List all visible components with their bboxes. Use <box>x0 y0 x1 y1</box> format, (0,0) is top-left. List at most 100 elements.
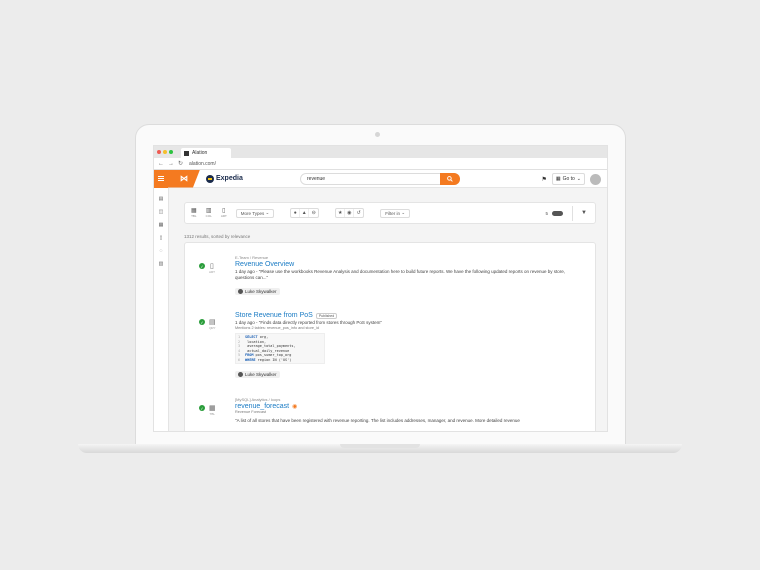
endorsed-check-icon: ✓ <box>199 319 205 325</box>
brand-name: Expedia <box>216 175 243 182</box>
table-type: ▦ TBL <box>209 405 216 416</box>
search-button[interactable] <box>440 173 460 185</box>
user-chip[interactable]: Luke Skywalker <box>235 371 280 378</box>
result-subtitle: Revenue Forecast <box>235 410 267 414</box>
result-title[interactable]: Store Revenue from PoS Published <box>235 312 585 319</box>
watch-icon[interactable]: ◉ <box>292 403 297 410</box>
chart-icon[interactable]: ▥ <box>159 261 164 268</box>
chevron-down-icon: ⌄ <box>576 176 581 182</box>
camera <box>375 132 380 137</box>
result-body: Store Revenue from PoS Published 1 day a… <box>235 312 585 382</box>
article-icon: ▯ <box>210 263 214 270</box>
status-badge: Published <box>315 312 338 319</box>
user-chip[interactable]: Luke Skywalker <box>235 288 280 295</box>
brand-logo[interactable]: Expedia <box>206 174 243 183</box>
query-icon: ▤ <box>209 319 216 326</box>
result-body: [MySQL] Analytics / loops revenue_foreca… <box>235 397 585 424</box>
expedia-globe-icon <box>206 174 214 183</box>
user-avatar-icon <box>238 372 243 377</box>
funnel-filter-icon[interactable]: ▼ <box>581 210 587 216</box>
results-count: 1312 results, sorted by relevance <box>184 234 251 239</box>
filter-type-table[interactable]: ▦ TBL <box>191 208 197 218</box>
avatar[interactable] <box>590 173 601 185</box>
toggle-switch[interactable] <box>552 210 563 216</box>
status-filter-group: ● ▲ ⊖ <box>290 208 320 218</box>
conversation-icon[interactable]: ◌ <box>160 248 163 255</box>
list-item[interactable]: ✓ ▯ ART E-Team / Revenue Revenue Overvie… <box>199 255 585 299</box>
result-title[interactable]: revenue_forecast ◉ <box>235 403 585 410</box>
document-icon[interactable]: ▯ <box>160 235 163 242</box>
main-content: ▤ ◫ ▦ ▯ ◌ ▥ ▦ TBL ▥ COL ▯ ART More Types… <box>154 188 607 431</box>
deprecated-icon[interactable]: ⊖ <box>309 209 318 217</box>
filter-type-column[interactable]: ▥ COL <box>206 208 212 218</box>
breadcrumb[interactable]: [MySQL] Analytics / loops <box>235 397 585 402</box>
result-title[interactable]: Revenue Overview <box>235 261 585 268</box>
forward-arrow-icon[interactable]: → <box>168 161 174 167</box>
slider-value: 5 <box>545 210 548 216</box>
results-list: ✓ ▯ ART E-Team / Revenue Revenue Overvie… <box>184 242 596 431</box>
database-icon[interactable]: ▤ <box>159 196 164 203</box>
more-types-dropdown[interactable]: More Types ⌄ <box>235 208 275 218</box>
result-snippet: "A list of all stores that have been reg… <box>235 418 520 423</box>
filter-bar: ▦ TBL ▥ COL ▯ ART More Types ⌄ ● ▲ ⊖ ★ ◉… <box>184 202 596 224</box>
laptop-lid: Alation ← → ↻ alation.com/ ⋈ Expedia rev… <box>135 124 626 447</box>
article-type: ▯ ART <box>209 263 215 274</box>
endorsed-icon[interactable]: ● <box>291 209 301 217</box>
browser-tabbar: Alation <box>154 146 607 158</box>
chevron-down-icon: ⌄ <box>401 210 406 215</box>
close-window-icon[interactable] <box>157 150 161 154</box>
address-bar: ← → ↻ alation.com/ <box>154 158 607 170</box>
base-notch <box>340 444 420 448</box>
apps-grid-icon: ▦ <box>555 176 561 182</box>
filter-in-dropdown[interactable]: Filter in ⌄ <box>380 208 411 218</box>
url-field[interactable]: alation.com/ <box>189 161 216 167</box>
table-mentions: Mentions 2 tables: revenue_pos_info and … <box>235 326 320 330</box>
hamburger-menu-button[interactable] <box>154 169 168 188</box>
table-icon: ▦ <box>209 405 216 412</box>
user-avatar-icon <box>238 289 243 294</box>
result-snippet: 1 day ago - "Please use the workbooks Re… <box>235 269 565 280</box>
screen: Alation ← → ↻ alation.com/ ⋈ Expedia rev… <box>153 145 608 432</box>
back-arrow-icon[interactable]: ← <box>158 161 164 167</box>
list-item[interactable]: ✓ ▦ TBL [MySQL] Analytics / loops revenu… <box>199 397 585 424</box>
sidebar: ▤ ◫ ▦ ▯ ◌ ▥ <box>154 188 169 431</box>
query-type: ▤ QRY <box>209 319 216 330</box>
alation-favicon-icon <box>184 150 189 156</box>
minimize-window-icon[interactable] <box>163 150 167 154</box>
star-icon[interactable]: ★ <box>336 209 346 217</box>
endorsed-check-icon: ✓ <box>199 405 205 411</box>
tab-title: Alation <box>192 150 208 156</box>
search-value: revenue <box>307 176 326 182</box>
search-icon <box>447 176 453 182</box>
history-icon[interactable]: ↺ <box>354 209 363 217</box>
laptop-base <box>78 444 682 453</box>
attribute-filter-group: ★ ◉ ↺ <box>335 208 365 218</box>
code-line: 6 WHERE region IN ('US') <box>238 357 292 362</box>
app-header: ⋈ Expedia revenue ⚑ ▦ Go to ⌄ <box>154 169 607 188</box>
result-icons: ✓ ▦ TBL <box>199 405 216 416</box>
filter-type-article[interactable]: ▯ ART <box>221 208 227 218</box>
sql-snippet: 1 SELECT org, 2 location, 3 average_total… <box>235 333 325 364</box>
divider <box>572 206 573 221</box>
relevance-slider[interactable]: 5 <box>545 210 563 216</box>
warning-icon[interactable]: ▲ <box>300 209 310 217</box>
chevron-down-icon: ⌄ <box>265 210 270 215</box>
breadcrumb[interactable]: E-Team / Revenue <box>235 255 585 260</box>
notifications-icon[interactable]: ⚑ <box>541 176 546 183</box>
result-icons: ✓ ▤ QRY <box>199 319 216 330</box>
alation-logo-icon[interactable]: ⋈ <box>168 169 200 188</box>
search-input[interactable]: revenue <box>300 173 460 185</box>
result-body: E-Team / Revenue Revenue Overview 1 day … <box>235 255 585 299</box>
header-right: ⚑ ▦ Go to ⌄ <box>541 173 601 185</box>
goto-dropdown[interactable]: ▦ Go to ⌄ <box>551 173 585 185</box>
watch-icon[interactable]: ◉ <box>345 209 355 217</box>
catalog-icon[interactable]: ◫ <box>159 209 164 216</box>
maximize-window-icon[interactable] <box>169 150 173 154</box>
result-icons: ✓ ▯ ART <box>199 263 215 274</box>
endorsed-check-icon: ✓ <box>199 263 205 269</box>
reload-icon[interactable]: ↻ <box>178 160 183 167</box>
browser-tab[interactable]: Alation <box>181 148 231 158</box>
list-item[interactable]: ✓ ▤ QRY Store Revenue from PoS Published… <box>199 311 585 382</box>
goto-label: Go to <box>562 176 575 182</box>
table-icon[interactable]: ▦ <box>159 222 164 229</box>
